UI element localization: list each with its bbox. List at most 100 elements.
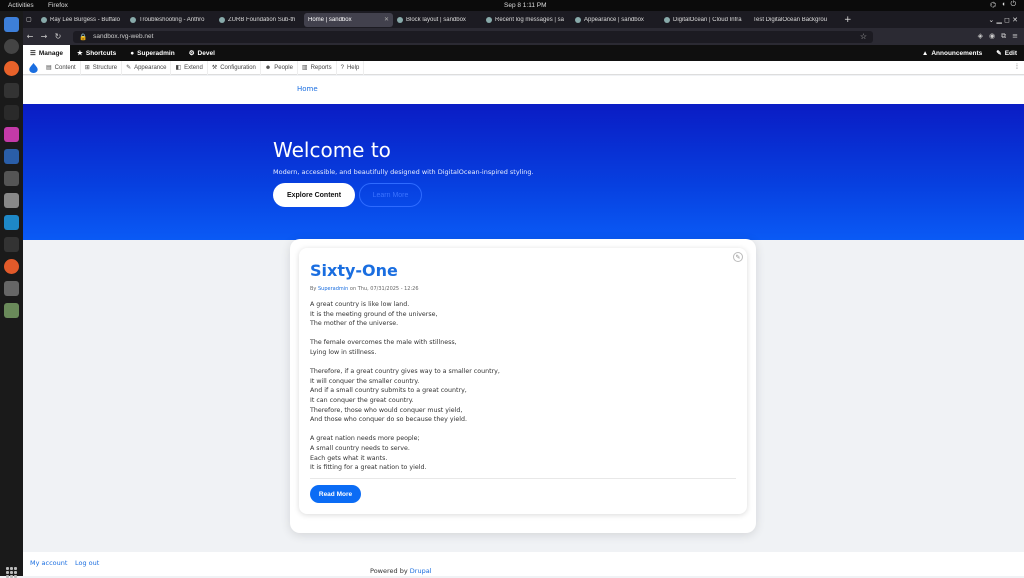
- account-icon[interactable]: ◉: [989, 32, 995, 41]
- gear-icon: ⚙: [188, 50, 195, 57]
- article-title[interactable]: Sixty-One: [310, 261, 398, 280]
- tray-item-configuration[interactable]: ⚒ Configuration: [208, 60, 261, 75]
- admin-tray: ▤ Content ⊞ Structure ✎ Appearance ◧ Extend …: [23, 60, 1024, 75]
- favicon-icon: [575, 16, 581, 23]
- favicon-icon: [486, 16, 492, 23]
- stanza: The female overcomes the male with still…: [310, 339, 457, 356]
- people-icon: ☻: [264, 64, 272, 71]
- breadcrumb-home-link[interactable]: Home: [297, 85, 318, 93]
- tab-3[interactable]: ZURB Foundation Sub-th: [215, 13, 304, 27]
- reports-icon: ▥: [301, 65, 308, 71]
- menu-icon[interactable]: ≡: [1012, 32, 1018, 41]
- tray-item-reports[interactable]: ▥ Reports: [298, 60, 337, 75]
- learn-more-button[interactable]: Learn More: [359, 183, 422, 207]
- network-tool-icon[interactable]: [4, 105, 19, 120]
- reload-icon[interactable]: ↻: [51, 32, 65, 41]
- tab-4-active[interactable]: Home | sandbox ✕: [304, 12, 393, 27]
- tab-7[interactable]: Appearance | sandbox: [571, 13, 660, 27]
- dock: [0, 11, 23, 578]
- tab-9[interactable]: Test DigitalOcean Backgrou: [749, 13, 838, 27]
- app-menu[interactable]: Firefox: [48, 2, 68, 9]
- toolbar-shortcuts[interactable]: ★ Shortcuts: [70, 45, 123, 61]
- settings-icon[interactable]: [4, 39, 19, 54]
- author-link[interactable]: Superadmin: [318, 286, 348, 292]
- tab-2[interactable]: Troubleshooting - Anthro: [126, 13, 215, 27]
- favicon-icon: [219, 16, 225, 23]
- favicon-icon: [130, 16, 136, 23]
- firefox-icon[interactable]: [4, 61, 19, 76]
- tab-1[interactable]: Ray Lee Burgess - Buffalo: [37, 13, 126, 27]
- tray-item-content[interactable]: ▤ Content: [42, 60, 81, 75]
- system-top-bar: Activities Firefox Sep 8 1:11 PM ⌬ ◖ ⏻: [0, 0, 1024, 11]
- wrench-icon: ⚒: [211, 65, 218, 71]
- bookmark-star-icon[interactable]: ☆: [860, 32, 867, 41]
- network-icon: ⌬: [990, 2, 997, 9]
- drupal-toolbar: ☰ Manage ★ Shortcuts ● Superadmin ⚙ Deve…: [23, 45, 1024, 61]
- chat-icon[interactable]: [4, 193, 19, 208]
- lock-icon: 🔒: [79, 33, 88, 41]
- system-tray[interactable]: ⌬ ◖ ⏻: [990, 1, 1016, 9]
- drupal-logo-icon[interactable]: [29, 62, 38, 73]
- favicon-icon: [397, 16, 403, 23]
- phpstorm-icon[interactable]: [4, 127, 19, 142]
- toolbar-user[interactable]: ● Superadmin: [123, 45, 182, 61]
- favicon-icon: [664, 16, 670, 23]
- breadcrumb: Home: [23, 76, 1024, 104]
- orientation-toggle-icon[interactable]: ⁞: [1016, 64, 1024, 71]
- forward-icon[interactable]: →: [37, 32, 51, 41]
- article-byline: By Superadmin on Thu, 07/31/2025 - 12:26: [310, 286, 419, 292]
- read-more-button[interactable]: Read More: [310, 485, 361, 503]
- tab-5[interactable]: Block layout | sandbox: [393, 13, 482, 27]
- my-account-link[interactable]: My account: [30, 559, 67, 567]
- vscode-icon[interactable]: [4, 149, 19, 164]
- stanza: A great nation needs more people; A smal…: [310, 435, 427, 472]
- bell-icon: ▲: [921, 49, 929, 57]
- tray-item-appearance[interactable]: ✎ Appearance: [122, 60, 172, 75]
- stanza: Therefore, if a great country gives way …: [310, 368, 500, 424]
- show-apps-icon[interactable]: [6, 567, 17, 578]
- tab-6[interactable]: Recent log messages | sa: [482, 13, 571, 27]
- toolbar-announcements[interactable]: ▲ Announcements: [915, 45, 989, 61]
- article-body: A great country is like low land. It is …: [310, 300, 500, 482]
- tab-list-icon[interactable]: ▢: [23, 13, 37, 27]
- divider: [310, 478, 736, 479]
- tray-item-help[interactable]: ? Help: [337, 60, 365, 75]
- nav-bar: ← → ↻ 🔒 sandbox.rvg-web.net ☆ ◈ ◉ ⧉ ≡: [23, 28, 1024, 45]
- back-icon[interactable]: ←: [23, 32, 37, 41]
- postman-icon[interactable]: [4, 259, 19, 274]
- window-controls[interactable]: ⌄ ▁ ◻ ✕: [988, 16, 1024, 24]
- toolbar-manage[interactable]: ☰ Manage: [23, 45, 71, 61]
- new-tab-button[interactable]: +: [838, 15, 858, 25]
- tray-item-extend[interactable]: ◧ Extend: [171, 60, 208, 75]
- app-icon[interactable]: [4, 237, 19, 252]
- files-icon[interactable]: [4, 17, 19, 32]
- drupal-link[interactable]: Drupal: [410, 567, 432, 575]
- extensions-puzzle-icon[interactable]: ⧉: [1001, 32, 1006, 41]
- extension-icon[interactable]: ◈: [978, 32, 983, 41]
- disk-icon[interactable]: [4, 281, 19, 296]
- explore-content-button[interactable]: Explore Content: [273, 183, 355, 207]
- url-bar[interactable]: 🔒 sandbox.rvg-web.net ☆: [73, 30, 873, 43]
- toolbar-devel[interactable]: ⚙ Devel: [182, 45, 222, 61]
- log-out-link[interactable]: Log out: [75, 559, 99, 567]
- contextual-edit-icon[interactable]: ✎: [733, 252, 743, 262]
- trash-icon[interactable]: [4, 303, 19, 318]
- terminal-icon[interactable]: [4, 83, 19, 98]
- star-icon: ★: [77, 50, 83, 57]
- toolbar-edit[interactable]: ✎ Edit: [989, 45, 1024, 61]
- tray-item-structure[interactable]: ⊞ Structure: [81, 60, 123, 75]
- page-content: Home Welcome to Modern, accessible, and …: [23, 76, 1024, 576]
- usb-icon[interactable]: [4, 171, 19, 186]
- clock[interactable]: Sep 8 1:11 PM: [504, 2, 547, 9]
- activities-button[interactable]: Activities: [8, 2, 34, 9]
- hero-subtitle: Modern, accessible, and beautifully desi…: [273, 168, 534, 176]
- hero-section: Welcome to Modern, accessible, and beaut…: [23, 104, 1024, 240]
- tab-8[interactable]: DigitalOcean | Cloud Infra: [660, 13, 749, 27]
- volume-icon: ◖: [1001, 1, 1006, 8]
- hero-title: Welcome to: [273, 138, 391, 162]
- tray-item-people[interactable]: ☻ People: [261, 60, 298, 75]
- close-tab-icon[interactable]: ✕: [384, 16, 389, 23]
- monitor-icon[interactable]: [4, 215, 19, 230]
- puzzle-icon: ◧: [175, 65, 182, 71]
- stanza: A great country is like low land. It is …: [310, 301, 438, 328]
